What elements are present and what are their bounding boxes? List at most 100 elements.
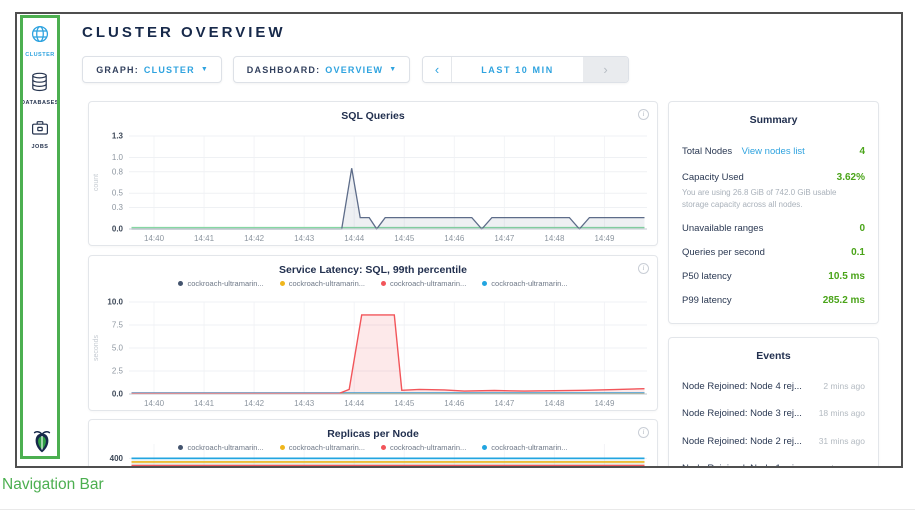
svg-text:0.0: 0.0 xyxy=(112,390,124,399)
cluster-globe-icon xyxy=(30,24,50,49)
svg-text:14:40: 14:40 xyxy=(144,399,165,408)
legend-label: cockroach-ultramarin... xyxy=(390,279,466,288)
event-title: Node Rejoined: Node 1 rej... xyxy=(682,463,802,468)
info-icon[interactable]: i xyxy=(638,427,649,438)
legend-item[interactable]: cockroach-ultramarin... xyxy=(280,279,365,288)
event-row[interactable]: Node Rejoined: Node 1 rej... an hour ago xyxy=(682,463,865,468)
svg-text:14:41: 14:41 xyxy=(194,399,215,408)
sidebar-item-cluster[interactable]: CLUSTER xyxy=(25,24,54,58)
graph-dropdown[interactable]: GRAPH: CLUSTER ▼ xyxy=(82,56,222,83)
summary-value: 4 xyxy=(859,146,865,157)
event-title: Node Rejoined: Node 4 rej... xyxy=(682,381,802,392)
summary-value: 0 xyxy=(859,223,865,234)
sidebar-item-jobs[interactable]: JOBS xyxy=(31,120,49,150)
svg-text:count: count xyxy=(93,174,100,191)
time-range-prev-button[interactable]: ‹ xyxy=(423,57,452,82)
summary-row-unavailable-ranges: Unavailable ranges 0 xyxy=(682,223,865,234)
replicas-per-node-chart: Replicas per Node i cockroach-ultramarin… xyxy=(88,419,658,468)
svg-text:400: 400 xyxy=(110,454,124,463)
summary-row-qps: Queries per second 0.1 xyxy=(682,247,865,258)
legend-item[interactable]: cockroach-ultramarin... xyxy=(482,443,567,452)
legend-label: cockroach-ultramarin... xyxy=(491,279,567,288)
svg-text:7.5: 7.5 xyxy=(112,321,124,330)
legend-item[interactable]: cockroach-ultramarin... xyxy=(482,279,567,288)
event-time: 2 mins ago xyxy=(823,381,865,391)
svg-text:14:42: 14:42 xyxy=(244,234,265,243)
time-range-value[interactable]: LAST 10 MIN xyxy=(452,57,583,82)
legend-label: cockroach-ultramarin... xyxy=(289,279,365,288)
sql-queries-chart: SQL Queries i 0.00.30.50.81.01.314:4014:… xyxy=(88,101,658,246)
svg-text:seconds: seconds xyxy=(93,334,100,361)
navigation-bar: CLUSTER DATABASES xyxy=(17,14,67,466)
event-row[interactable]: Node Rejoined: Node 4 rej... 2 mins ago xyxy=(682,381,865,392)
graph-dropdown-label: GRAPH: xyxy=(96,65,139,75)
svg-text:14:46: 14:46 xyxy=(444,234,465,243)
event-row[interactable]: Node Rejoined: Node 2 rej... 31 mins ago xyxy=(682,436,865,447)
cockroachdb-logo[interactable] xyxy=(31,429,53,459)
svg-text:14:40: 14:40 xyxy=(144,234,165,243)
event-time: an hour ago xyxy=(820,463,865,468)
legend-item[interactable]: cockroach-ultramarin... xyxy=(381,279,466,288)
sidebar-item-label: DATABASES xyxy=(21,100,59,106)
sql-queries-plot: 0.00.30.50.81.01.314:4014:4114:4214:4314… xyxy=(89,102,658,246)
svg-text:14:49: 14:49 xyxy=(594,399,615,408)
jobs-briefcase-icon xyxy=(31,120,49,141)
legend-item[interactable]: cockroach-ultramarin... xyxy=(178,279,263,288)
svg-text:14:48: 14:48 xyxy=(544,234,565,243)
svg-text:14:42: 14:42 xyxy=(244,399,265,408)
dashboard-dropdown-label: DASHBOARD: xyxy=(247,65,321,75)
info-icon[interactable]: i xyxy=(638,263,649,274)
right-column: Summary Total Nodes View nodes list 4 Ca… xyxy=(668,101,879,468)
legend-label: cockroach-ultramarin... xyxy=(289,443,365,452)
charts-column: SQL Queries i 0.00.30.50.81.01.314:4014:… xyxy=(88,101,658,468)
chart-title: Replicas per Node xyxy=(89,428,657,440)
time-range-next-button[interactable]: › xyxy=(583,57,628,82)
svg-text:14:46: 14:46 xyxy=(444,399,465,408)
legend-item[interactable]: cockroach-ultramarin... xyxy=(381,443,466,452)
summary-value: 3.62% xyxy=(837,172,865,183)
summary-row-p50: P50 latency 10.5 ms xyxy=(682,271,865,282)
summary-label: Capacity Used xyxy=(682,172,744,183)
legend-dot-icon xyxy=(482,281,487,286)
svg-text:1.0: 1.0 xyxy=(112,153,124,162)
legend-dot-icon xyxy=(381,445,386,450)
graph-dropdown-value: CLUSTER xyxy=(144,65,195,75)
event-title: Node Rejoined: Node 2 rej... xyxy=(682,436,802,447)
chart-legend: cockroach-ultramarin... cockroach-ultrama… xyxy=(89,279,657,288)
summary-label: Unavailable ranges xyxy=(682,223,763,234)
chart-title: SQL Queries xyxy=(89,110,657,122)
svg-text:14:43: 14:43 xyxy=(294,399,315,408)
time-range-selector: ‹ LAST 10 MIN › xyxy=(422,56,629,83)
svg-text:14:47: 14:47 xyxy=(494,399,515,408)
summary-row-p99: P99 latency 285.2 ms xyxy=(682,295,865,306)
legend-item[interactable]: cockroach-ultramarin... xyxy=(280,443,365,452)
view-nodes-list-link[interactable]: View nodes list xyxy=(742,146,805,157)
dashboard-dropdown-value: OVERVIEW xyxy=(325,65,383,75)
events-title: Events xyxy=(682,338,865,364)
dashboard-dropdown[interactable]: DASHBOARD: OVERVIEW ▼ xyxy=(233,56,410,83)
legend-item[interactable]: cockroach-ultramarin... xyxy=(178,443,263,452)
summary-label: P50 latency xyxy=(682,271,732,282)
bottom-divider xyxy=(0,509,915,510)
service-latency-chart: Service Latency: SQL, 99th percentile i … xyxy=(88,255,658,411)
chevron-down-icon: ▼ xyxy=(389,66,396,73)
svg-text:14:43: 14:43 xyxy=(294,234,315,243)
toolbar: GRAPH: CLUSTER ▼ DASHBOARD: OVERVIEW ▼ ‹… xyxy=(82,56,901,83)
summary-value: 10.5 ms xyxy=(828,271,865,282)
svg-text:14:45: 14:45 xyxy=(394,399,415,408)
sidebar-item-databases[interactable]: DATABASES xyxy=(21,72,59,106)
svg-text:14:44: 14:44 xyxy=(344,234,365,243)
events-panel: Events Node Rejoined: Node 4 rej... 2 mi… xyxy=(668,337,879,468)
summary-label: P99 latency xyxy=(682,295,732,306)
screenshot-page: CLUSTER DATABASES xyxy=(0,0,915,517)
summary-row-total-nodes: Total Nodes View nodes list 4 xyxy=(682,141,865,159)
info-icon[interactable]: i xyxy=(638,109,649,120)
page-title: CLUSTER OVERVIEW xyxy=(82,24,901,41)
event-time: 18 mins ago xyxy=(819,408,865,418)
summary-value: 0.1 xyxy=(851,247,865,258)
legend-label: cockroach-ultramarin... xyxy=(390,443,466,452)
event-row[interactable]: Node Rejoined: Node 3 rej... 18 mins ago xyxy=(682,408,865,419)
chevron-down-icon: ▼ xyxy=(201,66,208,73)
chart-legend: cockroach-ultramarin... cockroach-ultrama… xyxy=(89,443,657,452)
dashboard-content: SQL Queries i 0.00.30.50.81.01.314:4014:… xyxy=(88,101,901,468)
